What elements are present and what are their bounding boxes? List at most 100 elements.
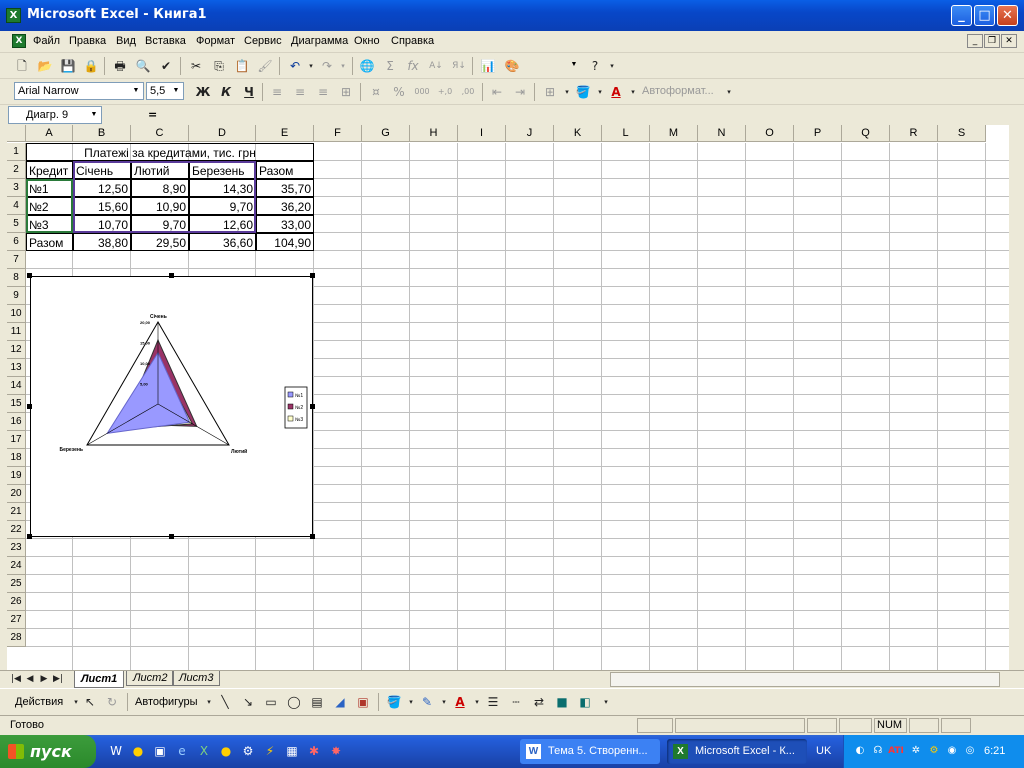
- autoshapes-menu[interactable]: Автофигуры: [135, 696, 198, 708]
- decrease-indent-icon[interactable]: ⇤: [487, 82, 507, 102]
- font-size-combo[interactable]: 5,5 ▼: [146, 82, 184, 100]
- value-cell[interactable]: 33,00: [256, 215, 314, 233]
- row-label-cell[interactable]: Разом: [26, 233, 73, 251]
- close-button[interactable]: ✕: [997, 5, 1018, 26]
- align-center-icon[interactable]: ≡: [290, 82, 310, 102]
- new-icon[interactable]: 🗋: [12, 56, 32, 76]
- print-preview-icon[interactable]: 🔍: [133, 56, 153, 76]
- format-painter-icon[interactable]: 🖌: [255, 56, 275, 76]
- autosum-icon[interactable]: Σ: [380, 56, 400, 76]
- tab-sheet3[interactable]: Лист3: [172, 671, 221, 686]
- align-left-icon[interactable]: ≡: [267, 82, 287, 102]
- doc-restore-button[interactable]: ❐: [984, 34, 1000, 48]
- formula-input[interactable]: [160, 106, 1018, 124]
- oval-icon[interactable]: ◯: [284, 692, 304, 712]
- paste-icon[interactable]: 📋: [232, 56, 252, 76]
- toolbar-options-icon[interactable]: ▾: [602, 56, 622, 76]
- chart-resize-handle[interactable]: [310, 534, 315, 539]
- font-color-dropdown-icon[interactable]: ▾: [623, 82, 643, 102]
- increase-indent-icon[interactable]: ⇥: [510, 82, 530, 102]
- horizontal-scrollbar[interactable]: [610, 672, 1000, 687]
- menu-edit[interactable]: Правка: [69, 35, 106, 47]
- draw-toolbar-options-icon[interactable]: ▾: [596, 692, 616, 712]
- menu-view[interactable]: Вид: [116, 35, 136, 47]
- excel-quicklaunch-icon[interactable]: X: [194, 741, 214, 761]
- copy-icon[interactable]: ⎘: [209, 56, 229, 76]
- line-icon[interactable]: ╲: [215, 692, 235, 712]
- wordart-icon[interactable]: ◢: [330, 692, 350, 712]
- minimize-button[interactable]: _: [951, 5, 972, 26]
- start-button[interactable]: пуск: [0, 735, 96, 768]
- chart-resize-handle[interactable]: [27, 273, 32, 278]
- game-quicklaunch-icon[interactable]: ✸: [326, 741, 346, 761]
- player-quicklaunch-icon[interactable]: ●: [216, 741, 236, 761]
- italic-button[interactable]: К: [216, 82, 236, 102]
- font-name-combo[interactable]: Arial Narrow ▼: [14, 82, 144, 100]
- align-right-icon[interactable]: ≡: [313, 82, 333, 102]
- calc-quicklaunch-icon[interactable]: ▦: [282, 741, 302, 761]
- percent-icon[interactable]: %: [389, 82, 409, 102]
- excel-icon[interactable]: X: [6, 8, 21, 23]
- tray-update-icon[interactable]: ⚙: [924, 741, 944, 761]
- table-title-cell[interactable]: Платежі за кредитами, тис. грн: [26, 143, 314, 161]
- menu-window[interactable]: Окно: [354, 35, 380, 47]
- permission-icon[interactable]: 🔒: [81, 56, 101, 76]
- increase-decimal-icon[interactable]: +,0: [435, 82, 455, 102]
- arrow-style-icon[interactable]: ⇄: [529, 692, 549, 712]
- chart-resize-handle[interactable]: [27, 534, 32, 539]
- comma-style-icon[interactable]: 000: [412, 82, 432, 102]
- desktop-quicklaunch-icon[interactable]: ▣: [150, 741, 170, 761]
- maximize-button[interactable]: □: [974, 5, 995, 26]
- underline-button[interactable]: Ч: [239, 82, 259, 102]
- task-excel[interactable]: X Microsoft Excel - К...: [667, 739, 807, 764]
- tool-quicklaunch-icon[interactable]: ⚡: [260, 741, 280, 761]
- menu-chart[interactable]: Диаграмма: [291, 35, 348, 47]
- sort-descending-icon[interactable]: Я↓: [449, 56, 469, 76]
- tab-sheet2[interactable]: Лист2: [126, 671, 175, 686]
- textbox-icon[interactable]: ▤: [307, 692, 327, 712]
- radar-chart[interactable]: 20,00 15,00 10,00 5,00 Січень Лютий Березень №1…: [30, 276, 313, 537]
- chart-resize-handle[interactable]: [27, 403, 32, 409]
- header-cell[interactable]: Кредит: [26, 161, 73, 179]
- dash-style-icon[interactable]: ┄: [506, 692, 526, 712]
- save-icon[interactable]: 💾: [58, 56, 78, 76]
- value-cell[interactable]: 36,20: [256, 197, 314, 215]
- drawing-icon[interactable]: 🎨: [502, 56, 522, 76]
- tab-sheet1[interactable]: Лист1: [74, 671, 125, 688]
- value-cell[interactable]: 36,60: [189, 233, 256, 251]
- tray-volume-icon[interactable]: ◐: [850, 741, 870, 761]
- function-icon[interactable]: fx: [403, 56, 423, 76]
- currency-icon[interactable]: ¤: [366, 82, 386, 102]
- tray-settings-icon[interactable]: ✲: [906, 741, 926, 761]
- format-toolbar-options-icon[interactable]: ▾: [719, 82, 739, 102]
- menu-format[interactable]: Формат: [196, 35, 235, 47]
- ie-quicklaunch-icon[interactable]: e: [172, 741, 192, 761]
- menu-help[interactable]: Справка: [391, 35, 434, 47]
- chart-resize-handle[interactable]: [168, 273, 174, 278]
- select-objects-icon[interactable]: ↖: [80, 692, 100, 712]
- doc-close-button[interactable]: ✕: [1001, 34, 1017, 48]
- task-word-document[interactable]: W Тема 5. Створенн...: [520, 739, 660, 764]
- zoom-combo[interactable]: ▼: [527, 56, 582, 74]
- rotate-icon[interactable]: ↻: [102, 692, 122, 712]
- tray-speaker-icon[interactable]: ◎: [960, 741, 980, 761]
- utility-quicklaunch-icon[interactable]: ✱: [304, 741, 324, 761]
- bold-button[interactable]: Ж: [193, 82, 213, 102]
- rectangle-icon[interactable]: ▭: [261, 692, 281, 712]
- chart-resize-handle[interactable]: [310, 273, 315, 278]
- chart-resize-handle[interactable]: [168, 534, 174, 539]
- value-cell[interactable]: 29,50: [131, 233, 189, 251]
- doc-minimize-button[interactable]: _: [967, 34, 983, 48]
- header-cell[interactable]: Разом: [256, 161, 314, 179]
- media-quicklaunch-icon[interactable]: ●: [128, 741, 148, 761]
- clipart-icon[interactable]: ▣: [353, 692, 373, 712]
- hyperlink-icon[interactable]: 🌐: [357, 56, 377, 76]
- sort-ascending-icon[interactable]: A↓: [426, 56, 446, 76]
- print-icon[interactable]: 🖶: [110, 56, 130, 76]
- spelling-icon[interactable]: ✔: [156, 56, 176, 76]
- tray-ati-icon[interactable]: ATI: [886, 741, 906, 761]
- menu-tools[interactable]: Сервис: [244, 35, 282, 47]
- redo-dropdown-icon[interactable]: ▾: [333, 56, 353, 76]
- chart-resize-handle[interactable]: [310, 403, 315, 409]
- chart-wizard-icon[interactable]: 📊: [478, 56, 498, 76]
